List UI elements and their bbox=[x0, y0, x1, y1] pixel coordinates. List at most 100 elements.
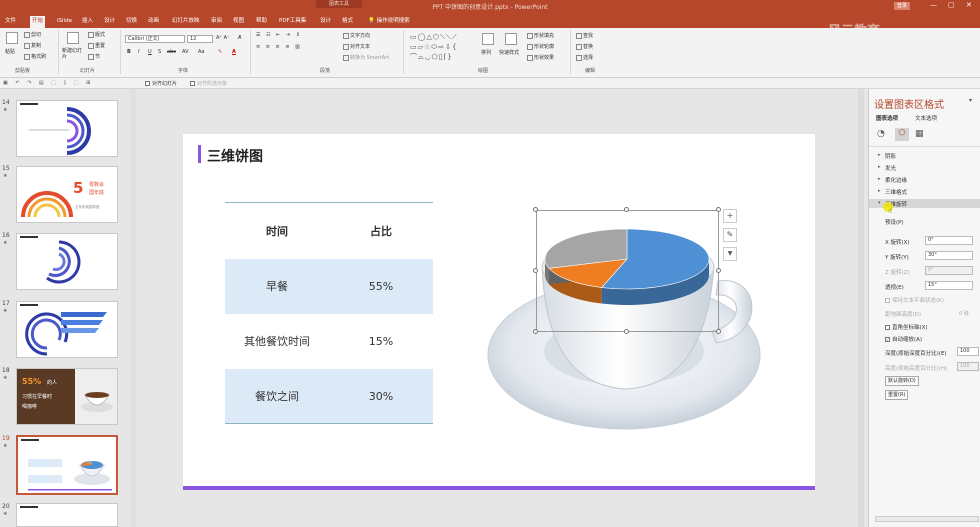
align-icons[interactable]: ≡ ≡ ≡ ≡ ▥ bbox=[256, 44, 302, 50]
chart-elements-button[interactable]: + bbox=[723, 209, 737, 223]
resize-handle[interactable] bbox=[533, 329, 538, 334]
tab-help[interactable]: 帮助 bbox=[254, 16, 269, 28]
reset-button[interactable]: 重置 bbox=[88, 42, 105, 49]
close-button[interactable]: ✕ bbox=[966, 1, 972, 9]
z-rotation-input[interactable]: 0° bbox=[925, 266, 973, 275]
shape-effects-button[interactable]: 形状效果 bbox=[527, 54, 554, 61]
chevron-right-icon[interactable]: ▸ bbox=[878, 176, 881, 182]
minimize-button[interactable]: — bbox=[930, 1, 937, 9]
section-soft-edges[interactable]: 柔化边缘 bbox=[885, 176, 907, 184]
highlight-icon[interactable]: ✎ bbox=[218, 49, 222, 55]
chart-selection-frame[interactable] bbox=[536, 210, 719, 332]
tab-chart-format[interactable]: 格式 bbox=[340, 16, 355, 28]
x-rotation-input[interactable]: 0° bbox=[925, 236, 973, 245]
resize-handle[interactable] bbox=[533, 268, 538, 273]
chevron-down-icon[interactable]: ▾ bbox=[969, 97, 972, 104]
slide-thumbnail[interactable]: 55% 的人 习惯在早餐时 喝咖啡 bbox=[16, 368, 118, 425]
chart-filter-button[interactable]: ▼ bbox=[723, 247, 737, 261]
slide-thumbnail[interactable] bbox=[16, 503, 118, 527]
tab-text-options[interactable]: 文本选项 bbox=[915, 114, 937, 122]
paste-icon[interactable] bbox=[6, 32, 18, 44]
chevron-right-icon[interactable]: ▸ bbox=[878, 152, 881, 158]
slide-thumbnail[interactable] bbox=[16, 301, 118, 358]
underline-button[interactable]: U bbox=[148, 49, 152, 55]
size-properties-icon[interactable]: ▦ bbox=[915, 129, 924, 139]
section-3d-format[interactable]: 三维格式 bbox=[885, 188, 907, 196]
section-button[interactable]: 节 bbox=[88, 53, 100, 60]
qat-icons[interactable]: ▣ ↶ ↷ ▤ ⬚ ▯ ⬚ ⊞ bbox=[3, 80, 93, 86]
effects-pentagon-icon[interactable]: ⬠ bbox=[895, 128, 909, 141]
align-slide-checkbox[interactable]: 对齐幻灯片 bbox=[145, 80, 177, 87]
layout-button[interactable]: 版式 bbox=[88, 31, 105, 38]
tab-transitions[interactable]: 切换 bbox=[124, 16, 139, 28]
slide-thumbnail[interactable] bbox=[16, 233, 118, 290]
strikethrough-button[interactable]: abc bbox=[167, 49, 176, 55]
new-slide-button[interactable]: 新建幻灯片 bbox=[62, 48, 86, 60]
tab-design[interactable]: 设计 bbox=[102, 16, 117, 28]
chevron-down-icon[interactable]: ▾ bbox=[878, 200, 881, 206]
change-case-button[interactable]: Aa bbox=[198, 49, 204, 55]
height-input[interactable]: 100 bbox=[957, 362, 979, 371]
arrange-button[interactable]: 排列 bbox=[481, 49, 491, 56]
fill-line-icon[interactable]: ◔ bbox=[877, 129, 885, 139]
copy-button[interactable]: 复制 bbox=[24, 42, 41, 49]
new-slide-icon[interactable] bbox=[67, 32, 79, 44]
chart-styles-button[interactable]: ✎ bbox=[723, 228, 737, 242]
canvas-scrollbar[interactable] bbox=[858, 89, 864, 527]
maximize-button[interactable]: ▢ bbox=[948, 1, 955, 9]
resize-handle[interactable] bbox=[716, 268, 721, 273]
tab-review[interactable]: 审阅 bbox=[209, 16, 224, 28]
slide-title[interactable]: 三维饼图 bbox=[207, 146, 263, 166]
tab-file[interactable]: 文件 bbox=[3, 16, 18, 28]
format-painter-button[interactable]: 格式刷 bbox=[24, 53, 46, 60]
grow-font-icon[interactable]: A⁺ A⁻ bbox=[216, 35, 230, 41]
pane-scrollbar[interactable] bbox=[875, 516, 979, 522]
text-direction-button[interactable]: 文字方向 bbox=[343, 32, 370, 39]
tab-islide[interactable]: iSlide bbox=[55, 16, 74, 28]
quick-styles-button[interactable]: 快速样式 bbox=[499, 49, 519, 56]
shapes-gallery[interactable]: ▭◯△⬡⟍⟍⟋ ▭▱☆⬭⇨⇩{⌒⌓◡⬠▯⌈} bbox=[410, 32, 475, 64]
align-text-button[interactable]: 对齐文本 bbox=[343, 43, 370, 50]
tab-home[interactable]: 开始 bbox=[30, 16, 46, 28]
resize-handle[interactable] bbox=[533, 207, 538, 212]
italic-button[interactable]: I bbox=[138, 49, 139, 55]
font-color-button[interactable]: A bbox=[232, 49, 236, 55]
section-shadow[interactable]: 阴影 bbox=[885, 152, 896, 160]
select-button[interactable]: 选择 bbox=[576, 54, 593, 61]
slide-thumbnail-selected[interactable] bbox=[16, 435, 118, 495]
replace-button[interactable]: 替换 bbox=[576, 43, 593, 50]
slide-thumbnail[interactable]: 5 零数会 国年底 五年来我国年度 bbox=[16, 166, 118, 223]
clear-format-icon[interactable]: A̸ bbox=[238, 35, 241, 41]
login-button[interactable]: 登录 bbox=[894, 2, 911, 10]
shape-fill-button[interactable]: 形状填充 bbox=[527, 32, 554, 39]
char-spacing-button[interactable]: AV bbox=[182, 49, 189, 55]
y-rotation-input[interactable]: 30° bbox=[925, 251, 973, 260]
smartart-button[interactable]: 转换为 SmartArt bbox=[343, 54, 389, 61]
cut-button[interactable]: 剪切 bbox=[24, 31, 41, 38]
default-rotation-button[interactable]: 默认旋转(D) bbox=[885, 376, 919, 386]
resize-handle[interactable] bbox=[716, 207, 721, 212]
font-name-select[interactable]: Calibri (正文) bbox=[125, 35, 185, 43]
tab-slideshow[interactable]: 幻灯片放映 bbox=[170, 16, 202, 28]
resize-handle[interactable] bbox=[716, 329, 721, 334]
bullets-icon[interactable]: ☰ ☷ ⇤ ⇥ ↕ bbox=[256, 32, 302, 38]
align-items-checkbox[interactable]: 对齐所选对象 bbox=[190, 80, 227, 87]
resize-handle[interactable] bbox=[624, 329, 629, 334]
tab-chart-design[interactable]: 设计 bbox=[318, 16, 333, 28]
shadow-button[interactable]: S bbox=[158, 49, 161, 55]
quick-styles-icon[interactable] bbox=[505, 33, 517, 45]
find-button[interactable]: 查找 bbox=[576, 32, 593, 39]
bold-button[interactable]: B bbox=[127, 49, 131, 55]
shape-outline-button[interactable]: 形状轮廓 bbox=[527, 43, 554, 50]
tell-me-search[interactable]: 💡 操作说明搜索 bbox=[366, 16, 412, 28]
reset-rotation-button[interactable]: 重置(R) bbox=[885, 390, 909, 400]
autoscale-checkbox[interactable]: ✓ 自动缩放(A) bbox=[885, 335, 922, 343]
tab-chart-options[interactable]: 图表选项 bbox=[876, 114, 898, 122]
keep-text-flat-checkbox[interactable]: 保持文本平面状态(K) bbox=[885, 296, 944, 304]
depth-input[interactable]: 100 bbox=[957, 347, 979, 356]
tab-insert[interactable]: 插入 bbox=[80, 16, 95, 28]
resize-handle[interactable] bbox=[624, 207, 629, 212]
arrange-icon[interactable] bbox=[482, 33, 494, 45]
right-angle-axes-checkbox[interactable]: 直角坐标轴(X) bbox=[885, 323, 928, 331]
font-size-select[interactable]: 12 bbox=[187, 35, 213, 43]
